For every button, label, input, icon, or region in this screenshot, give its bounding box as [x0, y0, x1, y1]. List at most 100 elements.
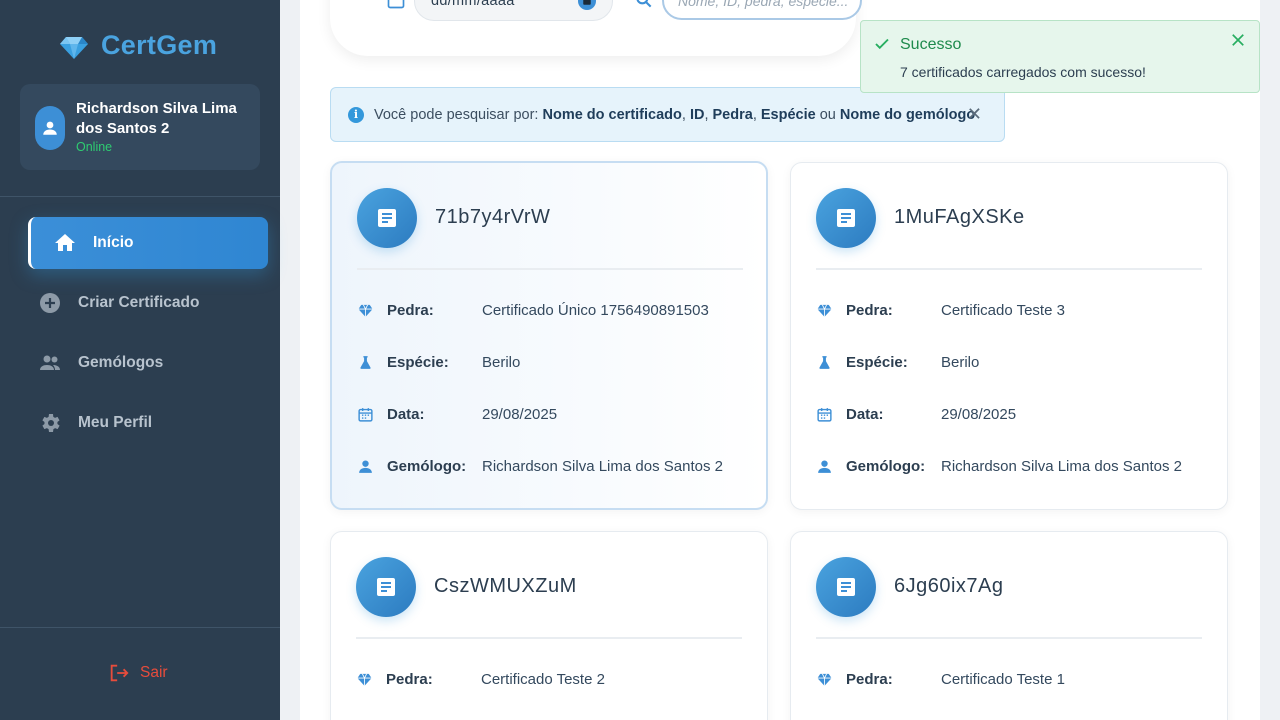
people-icon — [40, 355, 60, 370]
field-label: Gemólogo: — [846, 457, 926, 475]
logout-label: Sair — [140, 664, 168, 681]
field-value: 29/08/2025 — [482, 405, 558, 423]
certificate-id: CszWMUXZuM — [434, 575, 577, 597]
date-picker-button[interactable] — [578, 0, 596, 10]
sidebar-item-gemologos[interactable]: Gemólogos — [28, 337, 268, 389]
brand[interactable]: CertGem — [59, 30, 217, 61]
calendar-icon — [583, 0, 591, 5]
document-icon — [357, 188, 417, 248]
certificate-card[interactable]: CszWMUXZuM Pedra: Certificado Teste 2 — [330, 531, 768, 720]
field-label: Espécie: — [846, 353, 908, 371]
info-field: ID — [689, 106, 705, 123]
card-divider — [357, 268, 743, 270]
field-label: Pedra: — [387, 301, 434, 319]
sidebar-item-criar-certificado[interactable]: Criar Certificado — [28, 277, 268, 329]
sidebar-item-inicio[interactable]: Início — [28, 217, 268, 269]
filter-bar: dd/mm/aaaa — [330, 0, 862, 56]
card-row-pedra: Pedra: Certificado Único 1756490891503 — [357, 300, 709, 320]
diamond-icon — [357, 673, 372, 686]
certificate-id: 71b7y4rVrW — [435, 206, 551, 228]
field-label: Data: — [846, 405, 884, 423]
toast-message: 7 certificados carregados com sucesso! — [900, 64, 1146, 80]
field-value: Certificado Teste 2 — [481, 670, 605, 688]
close-icon[interactable]: ✕ — [967, 104, 982, 125]
diamond-icon — [817, 673, 832, 686]
certificate-card[interactable]: 71b7y4rVrW Pedra: Certificado Único 1756… — [330, 161, 768, 510]
search-input[interactable] — [662, 0, 862, 20]
card-row-data: Data: 29/08/2025 — [816, 404, 1016, 424]
check-icon — [875, 38, 889, 50]
flask-icon — [360, 355, 371, 369]
logout-button[interactable]: Sair — [108, 662, 168, 684]
gear-icon — [42, 414, 60, 432]
document-icon — [816, 188, 876, 248]
info-field: Nome do certificado — [542, 106, 682, 123]
user-status: Online — [76, 140, 113, 154]
certificate-card[interactable]: 1MuFAgXSKe Pedra: Certificado Teste 3 Es… — [790, 162, 1228, 510]
field-label: Pedra: — [846, 670, 893, 688]
sidebar-divider — [0, 196, 280, 197]
info-field: Pedra — [712, 106, 753, 123]
card-divider — [356, 637, 742, 639]
sidebar-item-meu-perfil[interactable]: Meu Perfil — [28, 397, 268, 449]
calendar-icon — [817, 407, 832, 422]
info-text: Você pode pesquisar por: Nome do certifi… — [374, 107, 975, 123]
document-icon — [816, 557, 876, 617]
search-icon — [636, 0, 652, 8]
document-icon — [356, 557, 416, 617]
info-sep: ou — [815, 106, 840, 123]
card-row-gemologo: Gemólogo: Richardson Silva Lima dos Sant… — [816, 456, 1182, 476]
field-value: Richardson Silva Lima dos Santos 2 — [941, 457, 1182, 475]
info-field: Espécie — [760, 106, 816, 123]
close-icon[interactable] — [1229, 31, 1247, 49]
main-content: dd/mm/aaaa i Você pode pesquisar por: No… — [300, 0, 1260, 720]
diamond-icon — [60, 36, 88, 59]
diamond-icon — [817, 304, 832, 317]
person-icon — [359, 459, 372, 473]
field-label: Data: — [387, 405, 425, 423]
calendar-icon — [358, 407, 373, 422]
date-filter-placeholder: dd/mm/aaaa — [431, 0, 515, 9]
field-value: Certificado Único 1756490891503 — [482, 301, 709, 319]
card-row-especie: Espécie: Berilo — [816, 352, 979, 372]
diamond-icon — [358, 304, 373, 317]
toast-title: Sucesso — [900, 36, 962, 53]
field-label: Espécie: — [387, 353, 449, 371]
info-icon: i — [348, 106, 364, 123]
plus-circle-icon — [40, 293, 60, 313]
search-info-alert: i Você pode pesquisar por: Nome do certi… — [330, 87, 1005, 142]
user-icon — [43, 121, 57, 135]
sidebar: CertGem Richardson Silva Lima dos Santos… — [0, 0, 280, 720]
flask-icon — [819, 355, 830, 369]
certificate-id: 6Jg60ix7Ag — [894, 575, 1004, 597]
home-icon — [55, 234, 75, 251]
field-value: Berilo — [482, 353, 521, 371]
card-row-pedra: Pedra: Certificado Teste 1 — [816, 669, 1065, 689]
card-row-especie: Espécie: Berilo — [357, 352, 520, 372]
info-sep: , — [704, 106, 713, 123]
person-icon — [818, 459, 831, 473]
field-value: Berilo — [941, 353, 980, 371]
field-label: Gemólogo: — [387, 457, 467, 475]
certificate-card[interactable]: 6Jg60ix7Ag Pedra: Certificado Teste 1 — [790, 531, 1228, 720]
brand-name: CertGem — [101, 30, 218, 60]
field-value: 29/08/2025 — [941, 405, 1017, 423]
field-label: Pedra: — [386, 670, 433, 688]
info-sep: , — [681, 106, 690, 123]
field-value: Certificado Teste 3 — [941, 301, 1065, 319]
certificate-id: 1MuFAgXSKe — [894, 206, 1025, 228]
card-row-data: Data: 29/08/2025 — [357, 404, 557, 424]
user-name: Richardson Silva Lima dos Santos 2 — [76, 100, 237, 137]
date-filter-input[interactable]: dd/mm/aaaa — [414, 0, 613, 21]
info-prefix: Você pode pesquisar por: — [374, 106, 543, 123]
sidebar-item-label: Meu Perfil — [78, 414, 153, 431]
user-card: Richardson Silva Lima dos Santos 2 Onlin… — [20, 84, 260, 170]
info-sep: , — [752, 106, 761, 123]
card-row-pedra: Pedra: Certificado Teste 2 — [356, 669, 605, 689]
success-toast: Sucesso 7 certificados carregados com su… — [860, 20, 1260, 93]
avatar — [35, 106, 65, 150]
card-row-pedra: Pedra: Certificado Teste 3 — [816, 300, 1065, 320]
card-divider — [816, 637, 1202, 639]
field-value: Certificado Teste 1 — [941, 670, 1065, 688]
card-divider — [816, 268, 1202, 270]
